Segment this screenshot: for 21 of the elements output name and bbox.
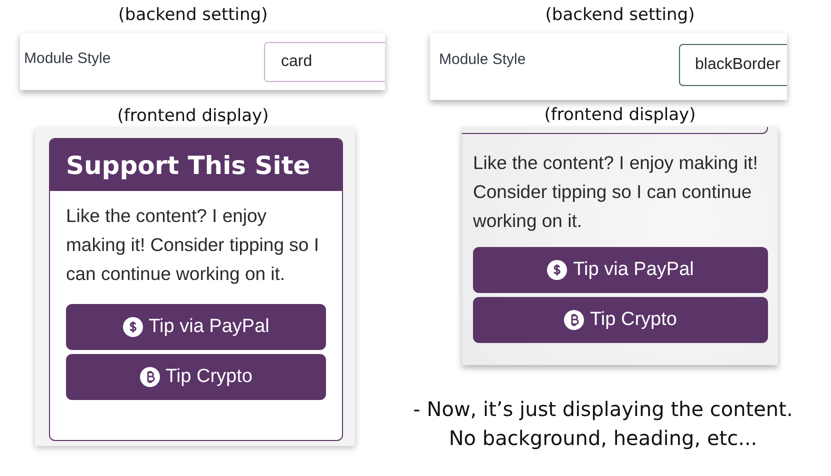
dollar-icon bbox=[547, 260, 568, 280]
tip-button[interactable]: Tip via PayPal bbox=[473, 247, 768, 293]
tip-button[interactable]: Tip Crypto bbox=[66, 354, 326, 400]
card-heading: Support This Site bbox=[50, 139, 342, 191]
module-text: Like the content? I enjoy making it! Consider tipping so I can continue working on it. bbox=[473, 151, 759, 233]
setting-label: Module Style bbox=[24, 50, 111, 67]
caption: (backend setting) bbox=[544, 5, 696, 27]
bitcoin-icon bbox=[564, 310, 584, 330]
input-field[interactable]: card bbox=[264, 42, 385, 82]
tip-button[interactable]: Tip via PayPal bbox=[66, 304, 326, 350]
note-text: No background, heading, etc... bbox=[448, 425, 758, 452]
dollar-icon bbox=[122, 317, 143, 337]
note-text: - Now, it’s just displaying the content. bbox=[413, 396, 793, 423]
bitcoin-icon bbox=[140, 367, 160, 387]
setting-label: Module Style bbox=[439, 51, 526, 68]
input-field[interactable]: blackBorder bbox=[679, 44, 787, 86]
caption: (backend setting) bbox=[117, 5, 269, 27]
module-text: Like the content? I enjoy making it! Consider tipping so I can continue working on it. bbox=[66, 204, 320, 286]
tip-button[interactable]: Tip Crypto bbox=[473, 297, 768, 343]
caption: (frontend display) bbox=[543, 105, 697, 127]
caption: (frontend display) bbox=[116, 106, 270, 128]
